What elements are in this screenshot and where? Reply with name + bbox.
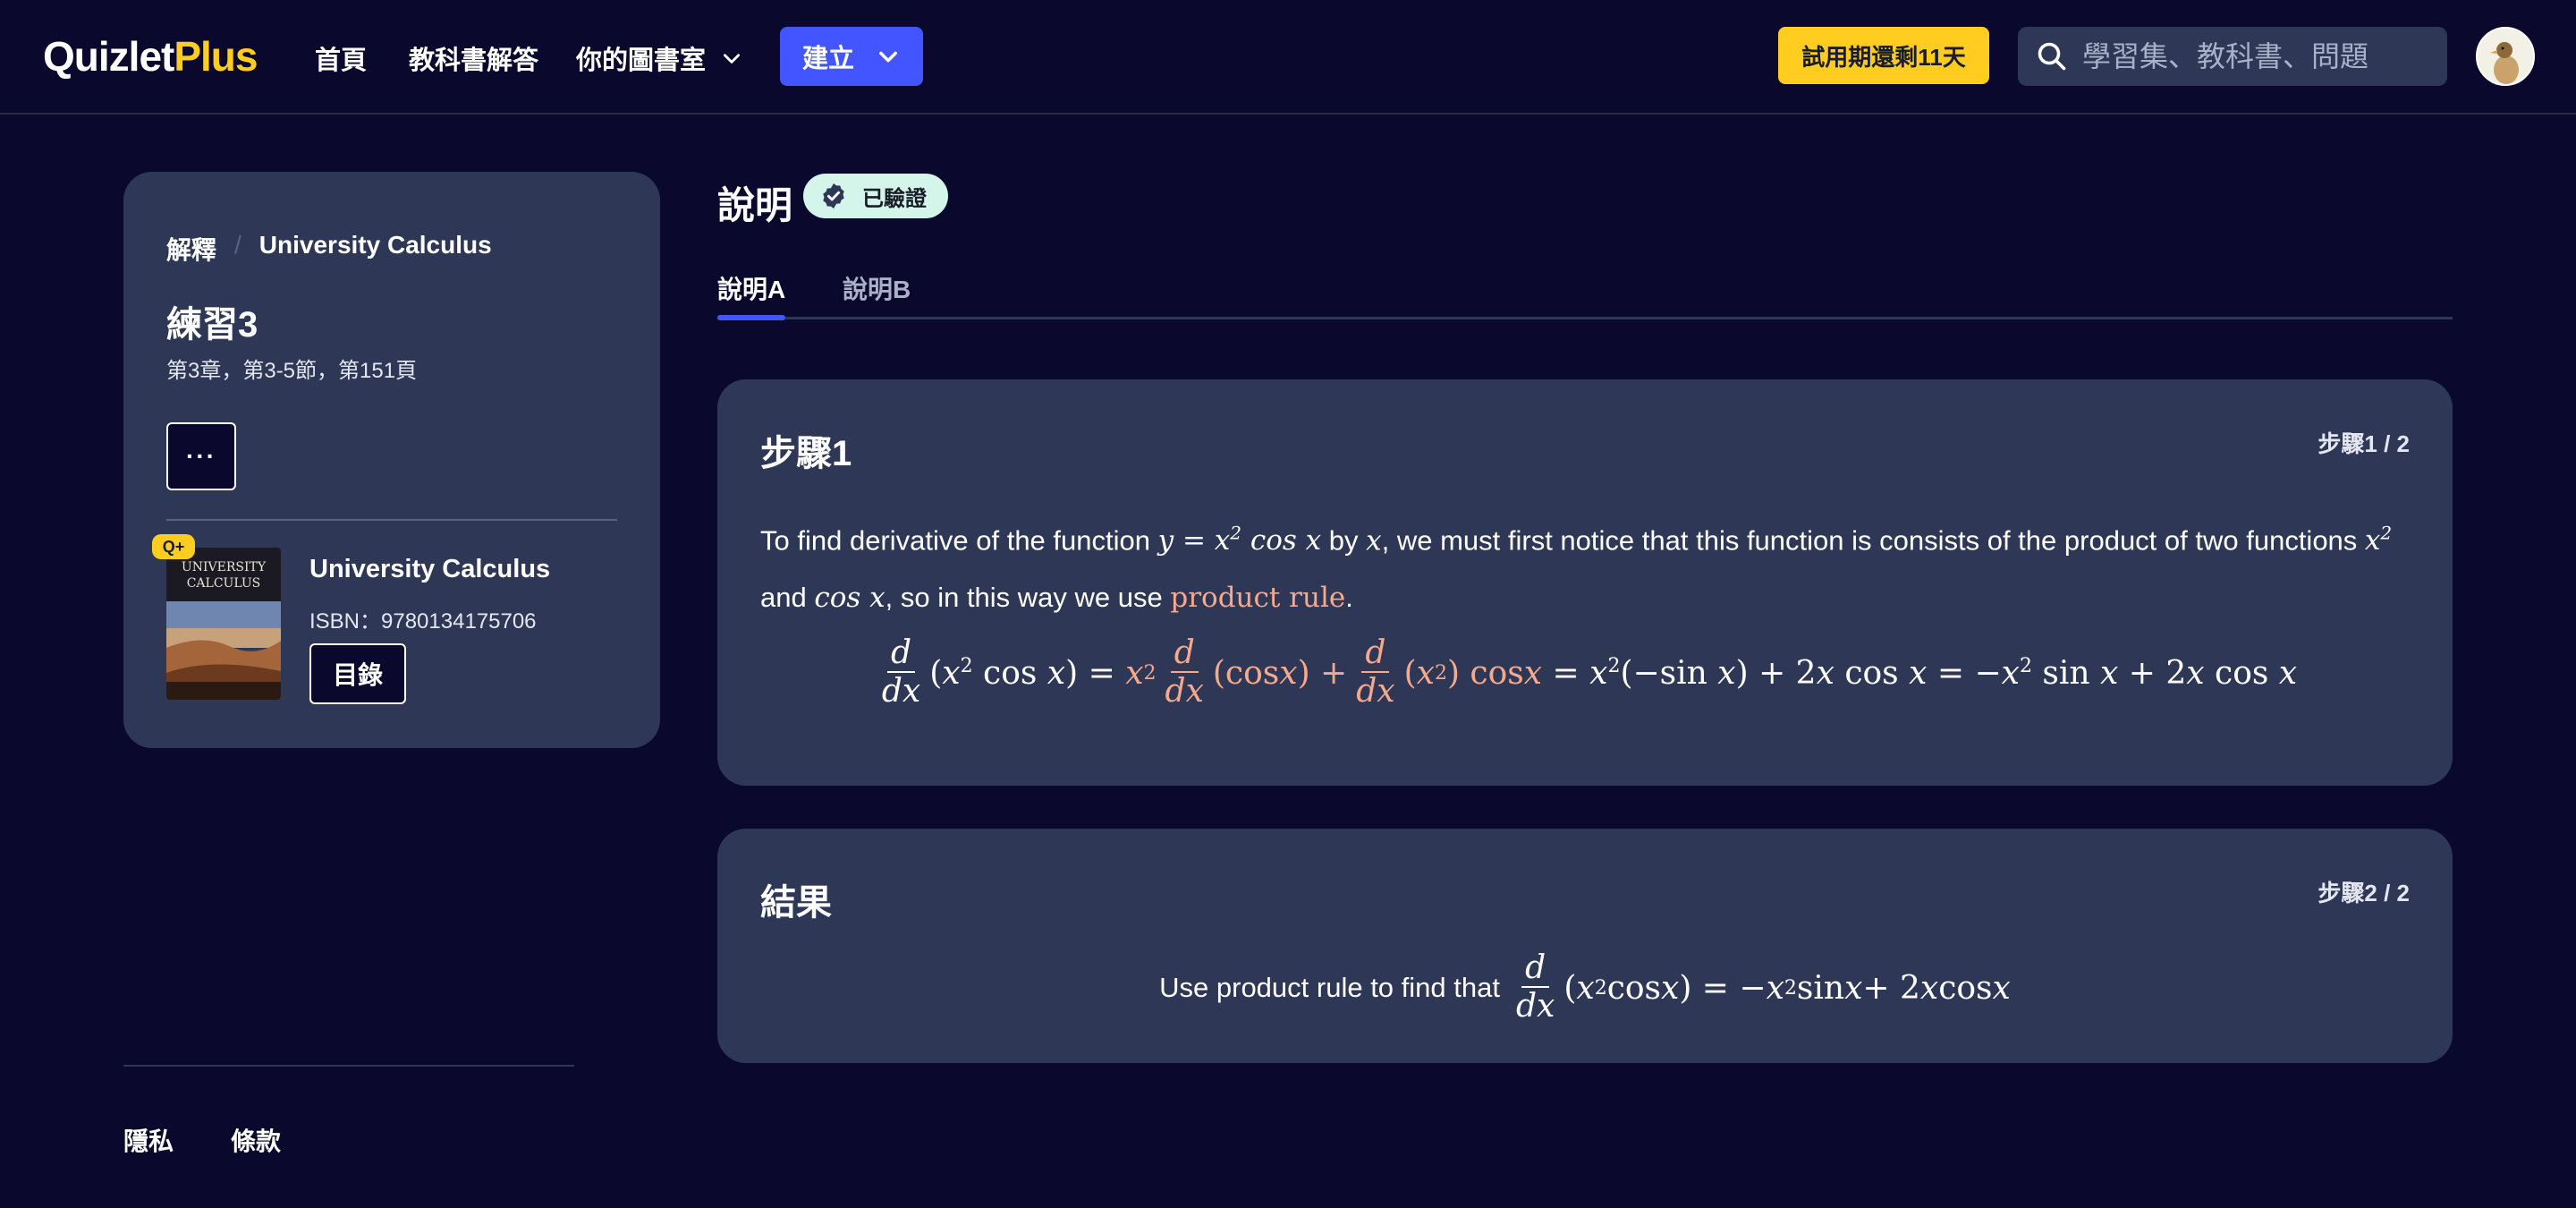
exercise-location: 第3章，第3-5節，第151頁 [166, 359, 418, 383]
tab-explanation-a[interactable]: 說明A [717, 270, 785, 306]
footer-divider [123, 1065, 574, 1067]
verified-label: 已驗證 [862, 186, 927, 211]
math-x: x [1366, 524, 1382, 557]
book-title[interactable]: University Calculus [309, 555, 550, 584]
result-statement: Use product rule to find that d dx (x 2 co… [717, 950, 2453, 1025]
terms-link[interactable]: 條款 [231, 1122, 281, 1158]
create-button[interactable]: 建立 [780, 27, 923, 86]
search-input[interactable] [2082, 39, 2440, 73]
privacy-link[interactable]: 隱私 [123, 1122, 174, 1158]
book-cover-image[interactable]: UNIVERSITY CALCULUS [166, 548, 281, 700]
create-button-label: 建立 [801, 45, 854, 73]
math-x-squared: x2 [2364, 523, 2393, 557]
math-function: y = x2 cos x [1157, 523, 1322, 557]
verified-badge: 已驗證 [803, 174, 948, 218]
avatar-duck-icon [2478, 29, 2533, 84]
verified-check-icon [823, 183, 844, 208]
exercise-info-card: 解釋 / University Calculus 練習3 第3章，第3-5節，第… [123, 172, 660, 748]
step-1-text-f: . [1345, 582, 1353, 614]
result-equation: d dx (x 2 cos x) = − x 2 sin x + 2x cos x [1515, 949, 2011, 1025]
step-1-explanation: To find derivative of the function y = x… [760, 505, 2424, 626]
step-1-text-e: , so in this way we use [885, 582, 1171, 614]
quizlet-plus-logo[interactable]: QuizletPlus [43, 32, 258, 81]
derivative-equation: d dx (x2 cos x) = x2 d dx (cos x) + d dx (x… [881, 634, 2298, 710]
step-1-text-c: , we must first notice that this functio… [1381, 524, 2365, 557]
svg-text:UNIVERSITY: UNIVERSITY [182, 560, 267, 574]
step-1-text-a: To find derivative of the function [760, 524, 1158, 557]
divider [166, 519, 617, 521]
step-1-text-d: and [760, 582, 815, 614]
page-title: 說明 [717, 184, 793, 226]
breadcrumb: 解釋 / University Calculus [166, 231, 492, 267]
chevron-down-icon [879, 51, 897, 63]
nav-your-library[interactable]: 你的圖書室 [576, 39, 743, 77]
table-of-contents-button[interactable]: 目錄 [309, 643, 406, 704]
step-1-text-b: by [1321, 524, 1367, 557]
result-card: 結果 步驟2 / 2 Use product rule to find that… [717, 829, 2453, 1063]
breadcrumb-book[interactable]: University Calculus [259, 231, 492, 267]
search-icon [2038, 42, 2066, 71]
logo-text: Quizlet [43, 33, 174, 80]
exercise-title: 練習3 [166, 305, 258, 345]
tab-explanation-b[interactable]: 說明B [843, 270, 911, 306]
svg-text:CALCULUS: CALCULUS [187, 576, 261, 591]
tab-bar-underline [717, 317, 2453, 319]
search-bar[interactable] [2018, 27, 2447, 86]
step-1-title: 步驟1 [760, 434, 852, 473]
breadcrumb-root[interactable]: 解釋 [166, 231, 216, 267]
step-2-counter: 步驟2 / 2 [2318, 880, 2410, 906]
logo-plus-text: Plus [174, 33, 258, 80]
product-rule-highlight: product rule [1170, 582, 1346, 615]
book-isbn: ISBN：9780134175706 [309, 609, 537, 634]
nav-home[interactable]: 首頁 [315, 39, 367, 77]
chevron-down-icon [724, 54, 741, 64]
active-tab-indicator [717, 315, 785, 320]
result-text: Use product rule to find that [1159, 972, 1500, 1003]
quizlet-plus-badge: Q+ [152, 534, 195, 559]
nav-textbook-solutions[interactable]: 教科書解答 [409, 39, 538, 77]
breadcrumb-separator: / [234, 231, 242, 259]
step-1-card: 步驟1 步驟1 / 2 To find derivative of the fu… [717, 379, 2453, 786]
math-cos-x: cos x [814, 582, 886, 615]
more-options-button[interactable]: ··· [166, 422, 236, 490]
trial-remaining-button[interactable]: 試用期還剩11天 [1778, 27, 1989, 84]
user-avatar[interactable] [2476, 27, 2535, 86]
nav-library-label: 你的圖書室 [576, 47, 707, 75]
result-title: 結果 [760, 883, 832, 923]
step-1-counter: 步驟1 / 2 [2318, 430, 2410, 457]
top-header: QuizletPlus 首頁 教科書解答 你的圖書室 建立 試用期還剩11天 [0, 0, 2576, 115]
